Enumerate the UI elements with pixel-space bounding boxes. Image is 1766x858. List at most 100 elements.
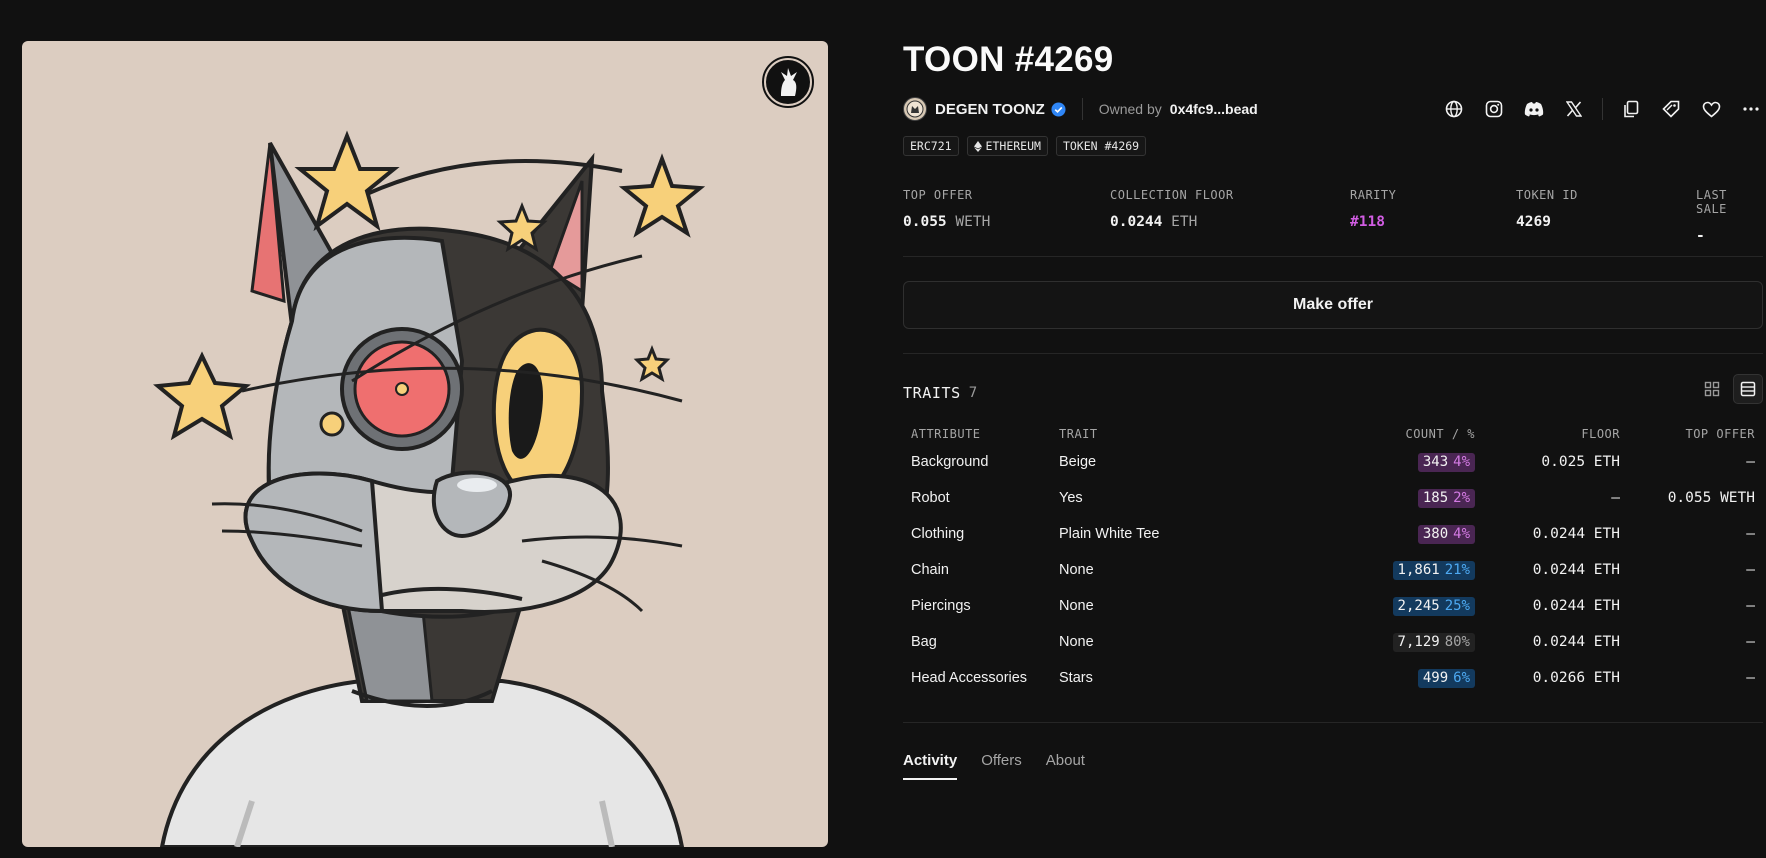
trait-percent: 6% xyxy=(1453,670,1470,686)
detail-tabs: Activity Offers About xyxy=(903,752,1085,780)
stat-label: RARITY xyxy=(1350,188,1397,202)
trait-count: 499 xyxy=(1422,670,1449,686)
divider xyxy=(903,722,1763,723)
trait-row[interactable]: Head Accessories Stars 499 6% 0.0266 ETH — xyxy=(903,660,1763,696)
collection-avatar[interactable] xyxy=(903,97,927,121)
stat-unit: ETH xyxy=(1171,214,1198,230)
divider xyxy=(903,256,1763,257)
trait-floor: 0.0244 ETH xyxy=(1532,562,1620,578)
column-count[interactable]: COUNT / % xyxy=(1301,424,1483,444)
toon-silhouette-icon xyxy=(781,68,797,96)
trait-count-cell: 343 4% xyxy=(1301,444,1483,480)
collection-meta-row: DEGEN TOONZ Owned by 0x4fc9...bead xyxy=(903,96,1763,122)
stat-label: TOP OFFER xyxy=(903,188,973,202)
trait-top-offer: — xyxy=(1746,562,1755,578)
tab-offers[interactable]: Offers xyxy=(981,752,1022,780)
trait-attribute: Piercings xyxy=(911,598,971,614)
trait-count-cell: 7,129 80% xyxy=(1301,624,1483,660)
trait-top-offer: — xyxy=(1746,634,1755,650)
standard-tag: ERC721 xyxy=(903,136,959,156)
traits-count: 7 xyxy=(968,385,978,401)
trait-value: None xyxy=(1059,598,1094,614)
trait-attribute: Chain xyxy=(911,562,949,578)
owner-address-link[interactable]: 0x4fc9...bead xyxy=(1170,101,1258,117)
rarity-rank-link[interactable]: #118 xyxy=(1350,214,1396,230)
trait-count: 7,129 xyxy=(1397,634,1440,650)
count-percent-badge: 2,245 25% xyxy=(1392,596,1475,616)
count-percent-badge: 380 4% xyxy=(1417,524,1475,544)
make-offer-button[interactable]: Make offer xyxy=(903,281,1763,329)
more-icon[interactable] xyxy=(1739,97,1763,121)
grid-view-icon[interactable] xyxy=(1697,374,1727,404)
trait-percent: 25% xyxy=(1444,598,1470,614)
trait-row[interactable]: Chain None 1,861 21% 0.0244 ETH — xyxy=(903,552,1763,588)
nft-image[interactable] xyxy=(22,41,828,847)
heart-icon[interactable] xyxy=(1699,97,1723,121)
stat-label: LAST SALE xyxy=(1696,188,1727,216)
column-floor[interactable]: FLOOR xyxy=(1483,424,1628,444)
stat-number: 0.055 xyxy=(903,214,947,230)
trait-value: None xyxy=(1059,562,1094,578)
trait-count-cell: 499 6% xyxy=(1301,660,1483,696)
tab-activity[interactable]: Activity xyxy=(903,752,958,780)
globe-icon[interactable] xyxy=(1442,97,1466,121)
trait-count: 2,245 xyxy=(1397,598,1440,614)
trait-row[interactable]: Piercings None 2,245 25% 0.0244 ETH — xyxy=(903,588,1763,624)
owned-by-label: Owned by xyxy=(1098,101,1162,117)
chain-tag[interactable]: ETHEREUM xyxy=(966,136,1048,156)
collection-name-link[interactable]: DEGEN TOONZ xyxy=(935,101,1045,118)
trait-floor: — xyxy=(1611,490,1620,506)
table-view-icon[interactable] xyxy=(1733,374,1763,404)
stat-collection-floor: COLLECTION FLOOR 0.0244 ETH xyxy=(1110,188,1234,230)
trait-row[interactable]: Robot Yes 185 2% — 0.055 WETH xyxy=(903,480,1763,516)
trait-row[interactable]: Clothing Plain White Tee 380 4% 0.0244 ETH — xyxy=(903,516,1763,552)
trait-attribute: Clothing xyxy=(911,526,965,542)
trait-value: None xyxy=(1059,634,1094,650)
instagram-icon[interactable] xyxy=(1482,97,1506,121)
count-percent-badge: 185 2% xyxy=(1417,488,1475,508)
trait-value: Yes xyxy=(1059,490,1083,506)
trait-attribute: Head Accessories xyxy=(911,670,1028,686)
column-trait[interactable]: TRAIT xyxy=(1051,424,1301,444)
stat-unit: WETH xyxy=(955,214,991,230)
trait-row[interactable]: Background Beige 343 4% 0.025 ETH — xyxy=(903,444,1763,480)
traits-header: TRAITS 7 xyxy=(903,374,1763,404)
ethereum-icon xyxy=(973,140,982,152)
chain-tag-label: ETHEREUM xyxy=(985,139,1041,153)
trait-count-cell: 380 4% xyxy=(1301,516,1483,552)
collection-logo-icon xyxy=(906,100,924,118)
trait-row[interactable]: Bag None 7,129 80% 0.0244 ETH — xyxy=(903,624,1763,660)
trait-count: 1,861 xyxy=(1397,562,1440,578)
copy-icon[interactable] xyxy=(1619,97,1643,121)
trait-count-cell: 2,245 25% xyxy=(1301,588,1483,624)
trait-count: 185 xyxy=(1422,490,1449,506)
column-attribute[interactable]: ATTRIBUTE xyxy=(903,424,1051,444)
stat-top-offer: TOP OFFER 0.055 WETH xyxy=(903,188,990,230)
traits-table-header: ATTRIBUTE TRAIT COUNT / % FLOOR TOP OFFE… xyxy=(903,424,1763,444)
token-tags: ERC721 ETHEREUM TOKEN #4269 xyxy=(903,136,1147,156)
collection-avatar-badge[interactable] xyxy=(762,56,814,108)
verified-badge-icon xyxy=(1051,101,1066,117)
x-icon[interactable] xyxy=(1562,97,1586,121)
cartoon-cat-robot-illustration xyxy=(153,130,706,847)
trait-top-offer: — xyxy=(1746,598,1755,614)
divider xyxy=(1081,98,1083,120)
trait-top-offer: — xyxy=(1746,526,1755,542)
tag-icon[interactable] xyxy=(1659,97,1683,121)
stat-label: TOKEN ID xyxy=(1516,188,1578,202)
trait-percent: 2% xyxy=(1453,490,1470,506)
trait-percent: 4% xyxy=(1453,526,1470,542)
trait-floor: 0.0244 ETH xyxy=(1532,634,1620,650)
discord-icon[interactable] xyxy=(1522,97,1546,121)
trait-floor: 0.025 ETH xyxy=(1541,454,1620,470)
divider xyxy=(903,353,1763,354)
tab-about[interactable]: About xyxy=(1046,752,1085,780)
count-percent-badge: 1,861 21% xyxy=(1392,560,1475,580)
trait-percent: 21% xyxy=(1444,562,1470,578)
trait-count: 380 xyxy=(1422,526,1449,542)
trait-floor: 0.0244 ETH xyxy=(1532,598,1620,614)
token-id-tag: TOKEN #4269 xyxy=(1055,136,1147,156)
column-top-offer[interactable]: TOP OFFER xyxy=(1628,424,1763,444)
trait-attribute: Robot xyxy=(911,490,950,506)
trait-percent: 4% xyxy=(1453,454,1470,470)
